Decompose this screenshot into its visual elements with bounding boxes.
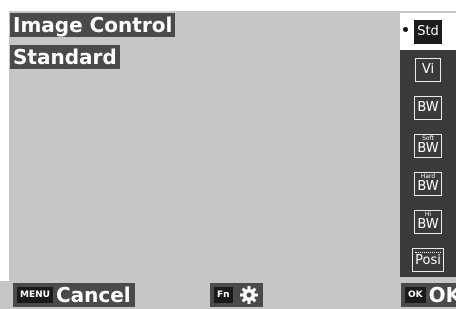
ok-label: OK xyxy=(428,283,456,307)
fn-settings-button[interactable]: Fn xyxy=(210,283,263,307)
menu-key-badge: MENU xyxy=(17,287,53,303)
style-icon-label: Std xyxy=(417,23,439,39)
page-title: Image Control xyxy=(10,13,176,37)
left-border xyxy=(0,0,9,309)
style-icon-label: BW xyxy=(417,179,439,194)
style-icon-label: Vi xyxy=(421,61,435,77)
style-icon-label: Posi xyxy=(415,251,441,268)
cancel-button[interactable]: MENU Cancel xyxy=(13,283,135,307)
style-icon-label: BW xyxy=(417,217,439,232)
style-item-hi-bw[interactable]: Hi BW xyxy=(400,203,456,240)
style-icon-label: BW xyxy=(417,141,439,156)
bw-style-icon: BW xyxy=(414,95,442,120)
style-selector-panel: Std Vi BW Soft BW Hard BW Hi BW Posi xyxy=(400,13,456,277)
style-item-hard-bw[interactable]: Hard BW xyxy=(400,165,456,202)
style-item-bw[interactable]: BW xyxy=(400,89,456,126)
posi-style-icon: Posi xyxy=(412,247,444,272)
style-item-standard[interactable]: Std xyxy=(400,13,456,50)
hard-bw-style-icon: Hard BW xyxy=(414,171,442,196)
style-item-posi[interactable]: Posi xyxy=(400,241,456,278)
standard-style-icon: Std xyxy=(414,19,442,44)
ok-key-badge: OK xyxy=(405,287,426,303)
soft-bw-style-icon: Soft BW xyxy=(414,133,442,158)
fn-key-badge: Fn xyxy=(214,287,233,303)
top-border xyxy=(0,0,456,11)
gear-icon xyxy=(239,285,259,305)
selected-dot-icon xyxy=(403,27,408,32)
cancel-label: Cancel xyxy=(55,283,131,307)
style-item-soft-bw[interactable]: Soft BW xyxy=(400,127,456,164)
ok-button[interactable]: OK OK xyxy=(401,283,456,307)
style-item-vivid[interactable]: Vi xyxy=(400,51,456,88)
style-icon-label: BW xyxy=(417,99,439,115)
hi-bw-style-icon: Hi BW xyxy=(414,209,442,234)
vivid-style-icon: Vi xyxy=(415,57,441,82)
bottom-bar: MENU Cancel Fn OK OK xyxy=(0,281,456,309)
style-name-label: Standard xyxy=(10,45,120,69)
